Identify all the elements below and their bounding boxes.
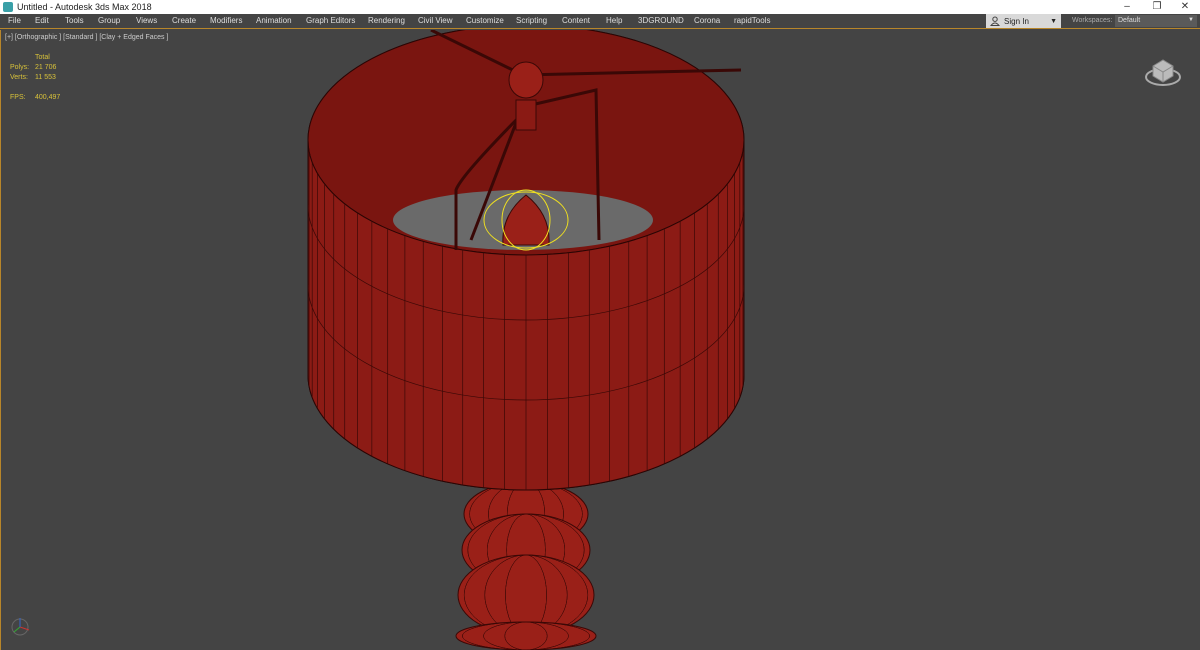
fps-value: 400,497 bbox=[35, 94, 61, 101]
menu-customize[interactable]: Customize bbox=[466, 16, 504, 25]
workspaces-label: Workspaces: bbox=[1072, 17, 1113, 24]
sign-in-label: Sign In bbox=[1004, 16, 1029, 26]
verts-label: Verts: bbox=[10, 74, 28, 81]
menu-scripting[interactable]: Scripting bbox=[516, 16, 547, 25]
sign-in-button[interactable]: Sign In ▼ bbox=[986, 14, 1061, 28]
stats-header: Total bbox=[35, 54, 50, 61]
menu-tools[interactable]: Tools bbox=[65, 16, 84, 25]
chevron-down-icon: ▼ bbox=[1188, 17, 1194, 23]
menu-content[interactable]: Content bbox=[562, 16, 590, 25]
user-icon bbox=[990, 16, 1000, 26]
minimize-button[interactable]: – bbox=[1112, 0, 1142, 14]
menu-civil-view[interactable]: Civil View bbox=[418, 16, 453, 25]
chevron-down-icon: ▼ bbox=[1050, 17, 1057, 25]
menu-help[interactable]: Help bbox=[606, 16, 622, 25]
menu-corona[interactable]: Corona bbox=[694, 16, 720, 25]
menu-group[interactable]: Group bbox=[98, 16, 120, 25]
menu-3dground[interactable]: 3DGROUND bbox=[638, 16, 684, 25]
verts-value: 11 553 bbox=[35, 74, 56, 81]
lamp-shade bbox=[307, 30, 745, 491]
menu-modifiers[interactable]: Modifiers bbox=[210, 16, 242, 25]
menu-create[interactable]: Create bbox=[172, 16, 196, 25]
menu-rendering[interactable]: Rendering bbox=[368, 16, 405, 25]
menu-animation[interactable]: Animation bbox=[256, 16, 292, 25]
workspaces-value: Default bbox=[1118, 17, 1141, 24]
fps-label: FPS: bbox=[10, 94, 26, 101]
viewport-label[interactable]: [+] [Orthographic ] [Standard ] [Clay + … bbox=[5, 34, 168, 41]
menu-graph-editors[interactable]: Graph Editors bbox=[306, 16, 355, 25]
restore-button[interactable]: ❐ bbox=[1142, 0, 1172, 14]
title-bar: Untitled - Autodesk 3ds Max 2018 – ❐ ✕ bbox=[0, 0, 1200, 14]
workspaces-select[interactable]: Default ▼ bbox=[1115, 15, 1197, 27]
viewport-perspective[interactable]: [+] [Orthographic ] [Standard ] [Clay + … bbox=[0, 30, 1200, 650]
menu-edit[interactable]: Edit bbox=[35, 16, 49, 25]
axis-tripod-icon bbox=[11, 618, 30, 636]
close-button[interactable]: ✕ bbox=[1170, 0, 1200, 14]
lamp-model[interactable] bbox=[1, 30, 1200, 650]
polys-label: Polys: bbox=[10, 64, 30, 71]
menu-views[interactable]: Views bbox=[136, 16, 157, 25]
window-title: Untitled - Autodesk 3ds Max 2018 bbox=[17, 2, 152, 12]
base-bulb bbox=[455, 621, 597, 650]
menu-rapidtools[interactable]: rapidTools bbox=[734, 16, 770, 25]
menu-file[interactable]: File bbox=[8, 16, 21, 25]
lamp-base bbox=[455, 481, 597, 650]
viewcube-icon[interactable] bbox=[1143, 50, 1183, 90]
app-icon bbox=[3, 2, 13, 12]
polys-value: 21 706 bbox=[35, 64, 57, 71]
